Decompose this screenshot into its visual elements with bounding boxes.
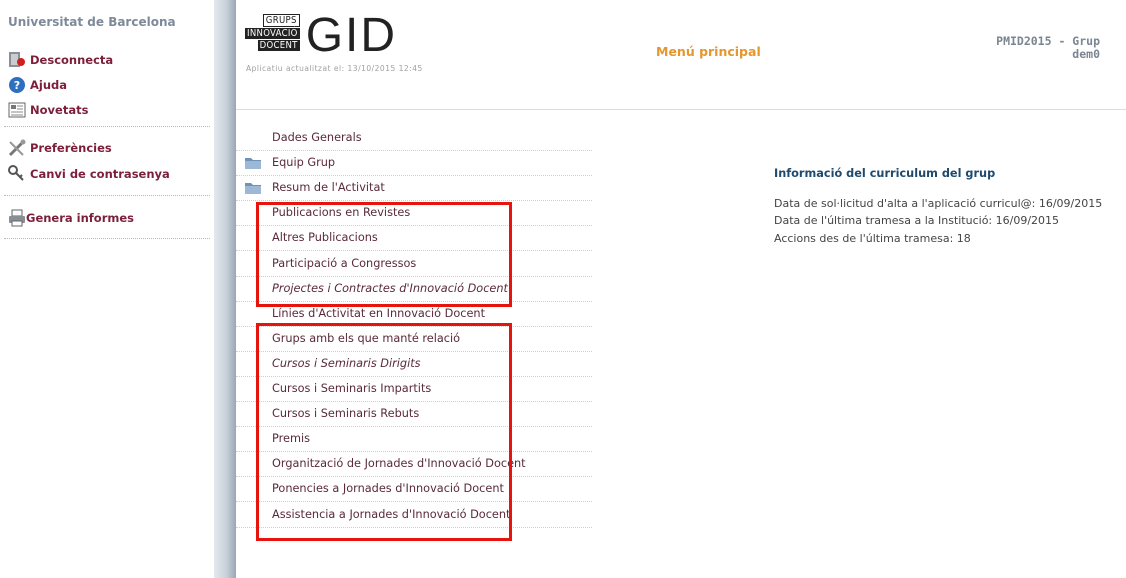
menu-item-label[interactable]: Participació a Congressos xyxy=(272,257,416,270)
logout-label: Desconnecta xyxy=(30,53,114,67)
preferences-label: Preferències xyxy=(30,141,112,155)
menu-item-label[interactable]: Assistencia a Jornades d'Innovació Docen… xyxy=(272,508,510,521)
menu-item[interactable]: Dades Generals xyxy=(236,126,592,151)
page-title: Menú principal xyxy=(656,44,761,59)
menu-item-label[interactable]: Publicacions en Revistes xyxy=(272,206,410,219)
sidebar-divider xyxy=(4,126,210,127)
info-request-date: Data de sol·licitud d'alta a l'aplicació… xyxy=(774,197,1103,210)
menu-item-label[interactable]: Projectes i Contractes d'Innovació Docen… xyxy=(272,282,508,295)
sidebar: Universitat de Barcelona Desconnecta ? A… xyxy=(0,0,214,578)
menu-item-label[interactable]: Resum de l'Activitat xyxy=(272,181,385,194)
menu-item[interactable]: Altres Publicacions xyxy=(236,226,592,252)
menu-item-label[interactable]: Cursos i Seminaris Dirigits xyxy=(272,357,421,370)
menu-item-label[interactable]: Altres Publicacions xyxy=(272,231,378,244)
menu-item[interactable]: Organització de Jornades d'Innovació Doc… xyxy=(236,452,592,478)
generate-reports-link[interactable]: Genera informes xyxy=(8,208,134,228)
menu-item[interactable]: Assistencia a Jornades d'Innovació Docen… xyxy=(236,503,592,528)
menu-item-label[interactable]: Premis xyxy=(272,432,310,445)
menu-item-label[interactable]: Ponencies a Jornades d'Innovació Docent xyxy=(272,482,504,495)
header-divider xyxy=(236,109,1126,110)
news-label: Novetats xyxy=(30,103,89,117)
user-group-info: PMID2015 - Grup dem0 xyxy=(996,35,1100,61)
news-link[interactable]: Novetats xyxy=(8,100,88,120)
info-title: Informació del curriculum del grup xyxy=(774,167,996,180)
key-icon xyxy=(8,165,26,183)
help-label: Ajuda xyxy=(30,78,68,92)
university-title: Universitat de Barcelona xyxy=(8,15,176,29)
menu-item-label[interactable]: Dades Generals xyxy=(272,131,362,144)
menu-item-label[interactable]: Organització de Jornades d'Innovació Doc… xyxy=(272,457,526,470)
logo-words: GRUPS INNOVACIÓ DOCENT xyxy=(245,14,300,52)
menu-item[interactable]: Projectes i Contractes d'Innovació Docen… xyxy=(236,277,592,302)
menu-item[interactable]: Cursos i Seminaris Impartits xyxy=(236,377,592,402)
news-icon xyxy=(8,101,26,119)
logo-word: INNOVACIÓ xyxy=(245,28,300,39)
logo-word: DOCENT xyxy=(257,40,300,51)
menu-item[interactable]: Ponencies a Jornades d'Innovació Docent xyxy=(236,477,592,503)
printer-icon xyxy=(8,209,26,227)
preferences-link[interactable]: Preferències xyxy=(8,138,112,158)
menu-item[interactable]: Equip Grup xyxy=(236,151,592,177)
change-password-link[interactable]: Canvi de contrasenya xyxy=(8,164,170,184)
menu-item[interactable]: Publicacions en Revistes xyxy=(236,201,592,227)
gid-logo: GRUPS INNOVACIÓ DOCENT GID xyxy=(245,9,398,62)
app-updated-text: Aplicatiu actualitzat el: 13/10/2015 12:… xyxy=(246,64,423,73)
menu-item-label[interactable]: Equip Grup xyxy=(272,156,335,169)
folder-icon xyxy=(244,180,262,195)
generate-reports-label: Genera informes xyxy=(26,211,134,225)
help-icon: ? xyxy=(8,76,26,94)
folder-icon xyxy=(244,155,262,170)
logo-word: GRUPS xyxy=(262,14,300,27)
svg-text:?: ? xyxy=(14,79,20,92)
menu-item[interactable]: Premis xyxy=(236,427,592,453)
info-last-submission: Data de l'última tramesa a la Institució… xyxy=(774,214,1060,227)
menu-item[interactable]: Cursos i Seminaris Rebuts xyxy=(236,402,592,428)
logo-gid-text: GID xyxy=(305,9,398,62)
help-link[interactable]: ? Ajuda xyxy=(8,75,67,95)
logout-icon xyxy=(8,51,26,69)
menu-item-label[interactable]: Cursos i Seminaris Rebuts xyxy=(272,407,419,420)
user-name: dem0 xyxy=(1072,47,1100,61)
logout-link[interactable]: Desconnecta xyxy=(8,50,113,70)
menu-item[interactable]: Línies d'Activitat en Innovació Docent xyxy=(236,302,592,327)
menu-item[interactable]: Participació a Congressos xyxy=(236,252,592,277)
info-actions-count: Accions des de l'última tramesa: 18 xyxy=(774,232,971,245)
sidebar-divider xyxy=(4,195,210,196)
menu-item[interactable]: Cursos i Seminaris Dirigits xyxy=(236,352,592,377)
menu-item-label[interactable]: Grups amb els que manté relació xyxy=(272,332,460,345)
menu-item-label[interactable]: Línies d'Activitat en Innovació Docent xyxy=(272,307,485,320)
sidebar-divider xyxy=(4,238,210,239)
sidebar-edge xyxy=(214,0,236,578)
menu-item[interactable]: Resum de l'Activitat xyxy=(236,176,592,202)
menu-item[interactable]: Grups amb els que manté relació xyxy=(236,327,592,352)
menu-item-label[interactable]: Cursos i Seminaris Impartits xyxy=(272,382,431,395)
change-password-label: Canvi de contrasenya xyxy=(30,167,170,181)
tools-icon xyxy=(8,139,26,157)
